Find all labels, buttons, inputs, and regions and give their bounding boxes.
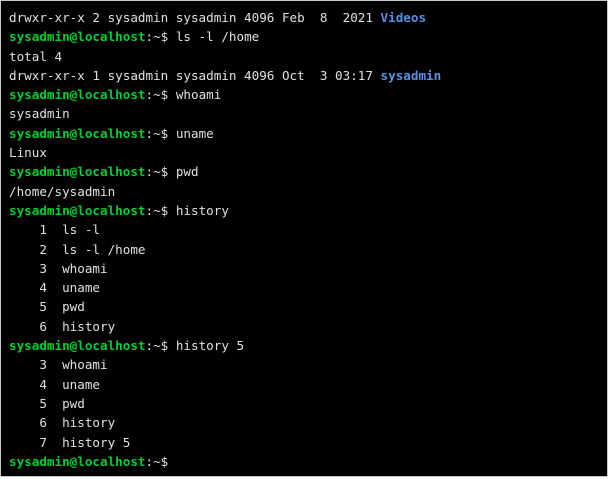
- prompt-suffix: :~$: [145, 125, 169, 141]
- output-line: 2 ls -l /home: [9, 241, 146, 257]
- command-text: history: [175, 202, 229, 218]
- terminal-window[interactable]: drwxr-xr-x 2 sysadmin sysadmin 4096 Feb …: [0, 0, 608, 477]
- directory-name: sysadmin: [380, 67, 442, 83]
- listing-line: drwxr-xr-x 1 sysadmin sysadmin 4096 Oct …: [9, 66, 607, 85]
- prompt-suffix: :~$: [145, 453, 169, 469]
- output-line: 3 whoami: [9, 260, 108, 276]
- command-line: sysadmin@localhost:~$ history: [9, 201, 607, 220]
- prompt-user-host: sysadmin@localhost: [9, 202, 146, 218]
- prompt-user-host: sysadmin@localhost: [9, 29, 146, 45]
- listing-line: drwxr-xr-x 2 sysadmin sysadmin 4096 Feb …: [9, 8, 607, 27]
- output-line: 7 history 5: [9, 434, 131, 450]
- output-line: sysadmin: [9, 106, 70, 122]
- command-text: history 5: [175, 338, 245, 354]
- prompt-suffix: :~$: [145, 338, 169, 354]
- command-line: sysadmin@localhost:~$ pwd: [9, 162, 607, 181]
- terminal-output: drwxr-xr-x 2 sysadmin sysadmin 4096 Feb …: [9, 8, 607, 471]
- prompt-suffix: :~$: [145, 164, 169, 180]
- directory-name: Videos: [380, 10, 427, 25]
- prompt-suffix: :~$: [145, 29, 169, 45]
- output-line: 6 history: [9, 415, 116, 431]
- command-line: sysadmin@localhost:~$ history 5: [9, 336, 607, 355]
- prompt-user-host: sysadmin@localhost: [9, 453, 146, 469]
- active-prompt-line[interactable]: sysadmin@localhost:~$: [9, 452, 607, 471]
- command-text: uname: [175, 125, 214, 141]
- command-text: whoami: [175, 87, 222, 103]
- output-line: /home/sysadmin: [9, 183, 116, 199]
- output-line: 6 history: [9, 318, 116, 334]
- listing-details: drwxr-xr-x 1 sysadmin sysadmin 4096 Oct …: [9, 67, 381, 83]
- prompt-user-host: sysadmin@localhost: [9, 125, 146, 141]
- output-line: 4 uname: [9, 280, 100, 296]
- listing-details: drwxr-xr-x 2 sysadmin sysadmin 4096 Feb …: [9, 10, 381, 25]
- prompt-suffix: :~$: [145, 87, 169, 103]
- prompt-suffix: :~$: [145, 202, 169, 218]
- prompt-user-host: sysadmin@localhost: [9, 338, 146, 354]
- output-line: 4 uname: [9, 376, 100, 392]
- output-line: 3 whoami: [9, 357, 108, 373]
- output-line: Linux: [9, 145, 47, 161]
- command-text: ls -l /home: [175, 29, 260, 45]
- command-line: sysadmin@localhost:~$ ls -l /home: [9, 27, 607, 46]
- prompt-user-host: sysadmin@localhost: [9, 87, 146, 103]
- command-line: sysadmin@localhost:~$ whoami: [9, 85, 607, 104]
- command-line: sysadmin@localhost:~$ uname: [9, 124, 607, 143]
- output-line: 1 ls -l: [9, 222, 100, 238]
- output-line: 5 pwd: [9, 395, 85, 411]
- prompt-user-host: sysadmin@localhost: [9, 164, 146, 180]
- command-text: pwd: [175, 164, 199, 180]
- output-line: 5 pwd: [9, 299, 85, 315]
- output-line: total 4: [9, 48, 63, 64]
